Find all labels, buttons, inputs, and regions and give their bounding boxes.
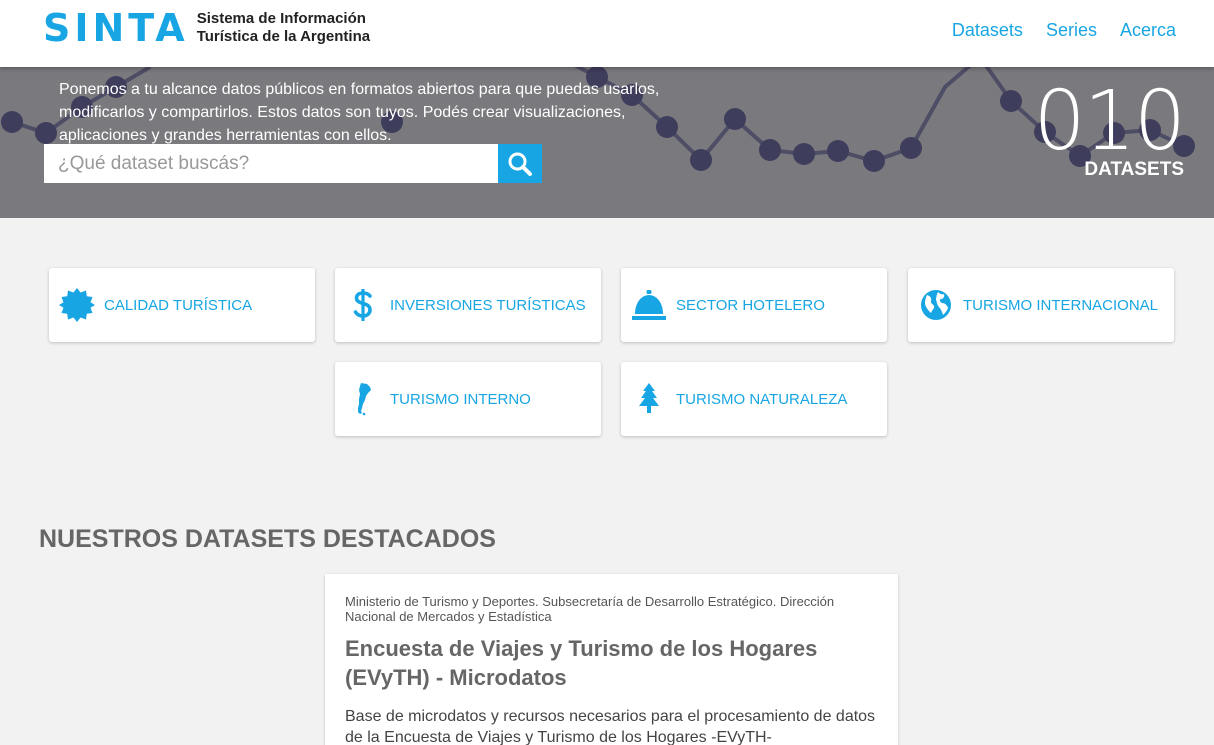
category-turismo-interno[interactable]: TURISMO INTERNO: [335, 362, 601, 436]
dataset-description: Base de microdatos y recursos necesarios…: [345, 708, 876, 745]
hotel-bell-icon: [621, 288, 677, 322]
category-label: TURISMO NATURALEZA: [676, 390, 848, 408]
tree-icon: [621, 382, 677, 416]
hero-intro-text: Ponemos a tu alcance datos públicos en f…: [59, 81, 660, 144]
hero-banner: Ponemos a tu alcance datos públicos en f…: [0, 67, 1214, 218]
category-inversiones-turisticas[interactable]: INVERSIONES TURÍSTICAS: [335, 268, 601, 342]
dataset-title[interactable]: Encuesta de Viajes y Turismo de los Hoga…: [345, 634, 878, 692]
globe-icon: [908, 289, 964, 321]
search-button[interactable]: [498, 144, 542, 183]
category-label: CALIDAD TURÍSTICA: [104, 296, 253, 314]
search-icon: [508, 152, 532, 176]
category-label: TURISMO INTERNO: [390, 390, 531, 408]
nav-acerca[interactable]: Acerca: [1120, 20, 1176, 41]
site-logo[interactable]: SINTA Sistema de Información Turística d…: [43, 9, 370, 47]
dataset-count: 010: [1033, 74, 1186, 169]
category-calidad-turistica[interactable]: CALIDAD TURÍSTICA: [49, 268, 315, 342]
search-input[interactable]: [44, 144, 498, 183]
category-label: SECTOR HOTELERO: [676, 296, 825, 314]
argentina-map-icon: [335, 382, 391, 416]
category-label: TURISMO INTERNACIONAL: [963, 296, 1159, 314]
logo-line-1: Sistema de Información: [196, 10, 366, 27]
dataset-search: [44, 144, 542, 183]
logo-line-2: Turística de la Argentina: [196, 28, 371, 45]
category-turismo-internacional[interactable]: TURISMO INTERNACIONAL: [908, 268, 1174, 342]
badge-icon: [49, 287, 105, 323]
category-label: INVERSIONES TURÍSTICAS: [390, 296, 586, 314]
nav-datasets[interactable]: Datasets: [952, 20, 1023, 41]
site-header: SINTA Sistema de Información Turística d…: [0, 0, 1214, 67]
logo-mark: SINTA: [43, 6, 189, 50]
category-sector-hotelero[interactable]: SECTOR HOTELERO: [621, 268, 887, 342]
main-nav: Datasets Series Acerca: [952, 20, 1176, 41]
featured-heading: NUESTROS DATASETS DESTACADOS: [39, 525, 496, 553]
nav-series[interactable]: Series: [1046, 20, 1097, 41]
dataset-organization: Ministerio de Turismo y Deportes. Subsec…: [345, 594, 835, 624]
dollar-icon: [335, 288, 391, 322]
featured-dataset-card[interactable]: Ministerio de Turismo y Deportes. Subsec…: [325, 574, 898, 745]
dataset-counter: 010 DATASETS: [1033, 74, 1186, 181]
category-turismo-naturaleza[interactable]: TURISMO NATURALEZA: [621, 362, 887, 436]
logo-text: Sistema de Información Turística de la A…: [197, 10, 370, 46]
